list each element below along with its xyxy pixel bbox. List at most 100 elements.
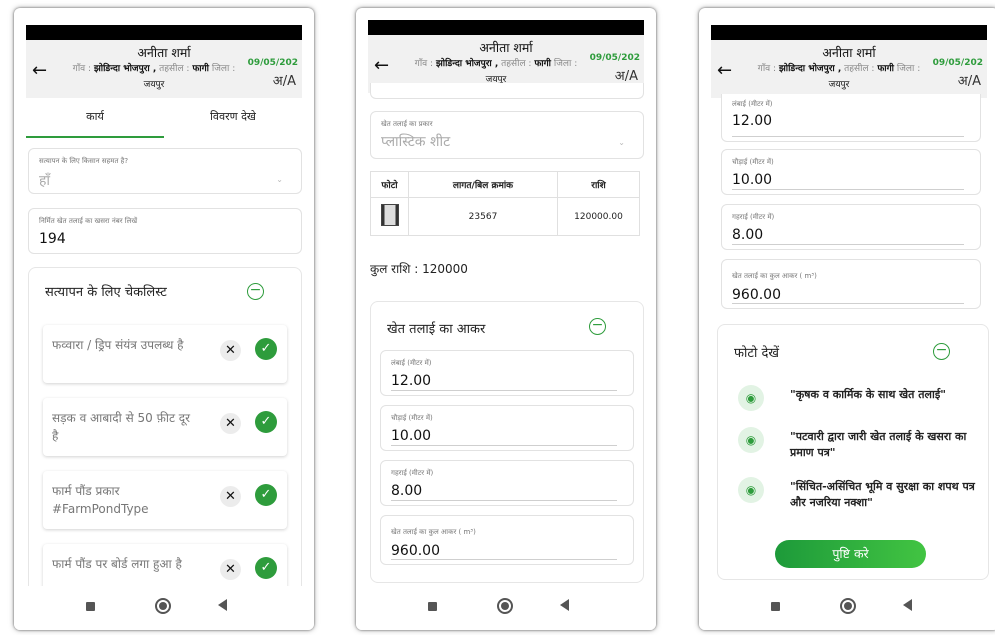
bill-table: फोटो लागत/बिल क्रमांक राशि 23567 120000.…	[370, 171, 640, 236]
language-toggle[interactable]: अ/A	[615, 66, 638, 84]
field-underline	[391, 500, 617, 501]
tab-bar: कार्य विवरण देखे	[26, 98, 302, 138]
tehsil-label: तहसील :	[159, 64, 190, 74]
checklist-title: सत्यापन के लिए चेकलिस्ट	[45, 285, 167, 300]
tehsil-value: फागी	[877, 64, 895, 74]
recent-apps-icon[interactable]	[86, 602, 95, 611]
back-arrow-icon[interactable]: ←	[374, 55, 389, 76]
recent-apps-icon[interactable]	[428, 602, 437, 611]
check-icon[interactable]: ✓	[255, 411, 277, 433]
field-label: गहराई (मीटर में)	[732, 213, 775, 221]
depth-field[interactable]: गहराई (मीटर में) 8.00	[380, 460, 634, 506]
home-icon[interactable]	[155, 598, 171, 614]
back-arrow-icon[interactable]: ←	[32, 60, 47, 81]
close-icon[interactable]: ✕	[220, 486, 241, 507]
field-value: 194	[39, 231, 66, 247]
photo-item[interactable]: ◉ "सिंचित-असिंचित भूमि व सुरक्षा का शपथ …	[738, 475, 980, 515]
field-underline	[732, 136, 964, 137]
volume-field[interactable]: खेत तलाई का कुल आकर ( m³) 960.00	[721, 259, 981, 309]
village-label: गाँव :	[414, 59, 434, 69]
depth-field[interactable]: गहराई (मीटर में) 8.00	[721, 204, 981, 250]
nav-back-icon[interactable]	[560, 599, 569, 611]
close-icon[interactable]: ✕	[220, 413, 241, 434]
district-label: जिला :	[211, 64, 236, 74]
minus-circle-icon[interactable]: −	[247, 283, 264, 300]
android-nav-bar	[14, 586, 314, 630]
phone-screen-photos: ← अनीता शर्मा गाँव : झोडिन्दा भोजपुरा , …	[699, 8, 995, 630]
field-label: सत्यापन के लिए किसान सहमत है?	[39, 157, 129, 165]
field-label: निर्मित खेत तलाई का खसरा नंबर लिखें	[39, 217, 138, 225]
checklist-item-text: फार्म पौंड पर बोर्ड लगा हुआ है	[52, 557, 182, 571]
eye-icon[interactable]: ◉	[738, 427, 764, 453]
eye-icon[interactable]: ◉	[738, 477, 764, 503]
photo-cell	[370, 197, 409, 236]
width-field[interactable]: चौड़ाई (मीटर में) 10.00	[380, 405, 634, 451]
check-icon[interactable]: ✓	[255, 484, 277, 506]
pond-type-dropdown[interactable]: खेत तलाई का प्रकार प्लास्टिक शीट ⌄	[370, 111, 644, 159]
eye-icon[interactable]: ◉	[738, 385, 764, 411]
field-label: चौड़ाई (मीटर में)	[732, 158, 774, 166]
length-field[interactable]: लंबाई (मीटर में) 12.00	[721, 94, 981, 142]
checklist-item: सड़क व आबादी से 50 फ़ीट दूर है ✕ ✓	[43, 398, 287, 456]
field-value: 12.00	[391, 373, 432, 389]
field-underline	[732, 303, 964, 304]
chevron-down-icon: ⌄	[276, 175, 283, 184]
photo-thumbnail[interactable]	[380, 204, 399, 226]
village-value: झोडिन्दा भोजपुरा ,	[435, 59, 499, 69]
checklist-item: फार्म पौंड पर बोर्ड लगा हुआ है ✕ ✓	[43, 544, 287, 592]
khasra-number-field[interactable]: निर्मित खेत तलाई का खसरा नंबर लिखें 194	[28, 208, 302, 254]
date-label: 09/05/202	[589, 53, 640, 63]
nav-back-icon[interactable]	[903, 599, 912, 611]
field-value: हाँ	[39, 173, 51, 189]
photo-item-label: "सिंचित-असिंचित भूमि व सुरक्षा का शपथ पत…	[790, 480, 975, 509]
location-line: गाँव : झोडिन्दा भोजपुरा , तहसील : फागी ज…	[54, 61, 254, 93]
minus-circle-icon[interactable]: −	[589, 318, 606, 335]
status-bar	[711, 25, 987, 40]
app-header: ← अनीता शर्मा गाँव : झोडिन्दा भोजपुरा , …	[711, 40, 987, 98]
length-field[interactable]: लंबाई (मीटर में) 12.00	[380, 350, 634, 396]
recent-apps-icon[interactable]	[771, 602, 780, 611]
tab-view-details[interactable]: विवरण देखे	[164, 98, 302, 138]
language-toggle[interactable]: अ/A	[273, 71, 296, 89]
tab-tasks[interactable]: कार्य	[26, 98, 164, 138]
home-icon[interactable]	[840, 598, 856, 614]
chevron-down-icon: ⌄	[618, 138, 625, 147]
photo-item-label: "कृषक व कार्मिक के साथ खेत तलाई"	[790, 388, 946, 401]
close-icon[interactable]: ✕	[220, 340, 241, 361]
field-label: खेत तलाई का कुल आकर ( m³)	[391, 528, 476, 536]
field-label: खेत तलाई का प्रकार	[381, 120, 433, 128]
field-underline	[391, 445, 617, 446]
checklist-card: सत्यापन के लिए चेकलिस्ट − फव्वारा / ड्रि…	[28, 267, 302, 597]
table-header-row: फोटो लागत/बिल क्रमांक राशि	[370, 171, 640, 198]
district-value: जयपुर	[143, 80, 165, 90]
volume-field[interactable]: खेत तलाई का कुल आकर ( m³) 960.00	[380, 515, 634, 565]
checklist-item-text: फव्वारा / ड्रिप संयंत्र उपलब्ध है	[52, 338, 184, 352]
nav-back-icon[interactable]	[218, 599, 227, 611]
app-header: ← अनीता शर्मा गाँव : झोडिन्दा भोजपुरा , …	[26, 40, 302, 98]
photos-title: फोटो देखें	[734, 346, 779, 361]
language-toggle[interactable]: अ/A	[958, 71, 981, 89]
close-icon[interactable]: ✕	[220, 559, 241, 580]
checklist-item-text: फार्म पौंड प्रकार #FarmPondType	[52, 484, 149, 516]
field-label: गहराई (मीटर में)	[391, 469, 434, 477]
field-value: प्लास्टिक शीट	[381, 134, 451, 150]
field-value: 12.00	[732, 113, 773, 129]
field-underline	[732, 189, 964, 190]
check-icon[interactable]: ✓	[255, 557, 277, 579]
district-label: जिला :	[553, 59, 578, 69]
column-header: फोटो	[370, 171, 409, 198]
farmer-ready-dropdown[interactable]: सत्यापन के लिए किसान सहमत है? हाँ ⌄	[28, 148, 302, 194]
width-field[interactable]: चौड़ाई (मीटर में) 10.00	[721, 149, 981, 195]
minus-circle-icon[interactable]: −	[933, 343, 950, 360]
field-value: 960.00	[391, 543, 440, 559]
back-arrow-icon[interactable]: ←	[717, 60, 732, 81]
photo-item[interactable]: ◉ "पटवारी द्वारा जारी खेत तलाई के खसरा क…	[738, 425, 980, 465]
confirm-button[interactable]: पुष्टि करे	[775, 540, 926, 568]
android-nav-bar	[356, 586, 656, 630]
photo-item[interactable]: ◉ "कृषक व कार्मिक के साथ खेत तलाई"	[738, 383, 980, 415]
tehsil-value: फागी	[192, 64, 210, 74]
field-label: खेत तलाई का कुल आकर ( m³)	[732, 272, 817, 280]
home-icon[interactable]	[497, 598, 513, 614]
date-label: 09/05/202	[932, 58, 983, 68]
check-icon[interactable]: ✓	[255, 338, 277, 360]
